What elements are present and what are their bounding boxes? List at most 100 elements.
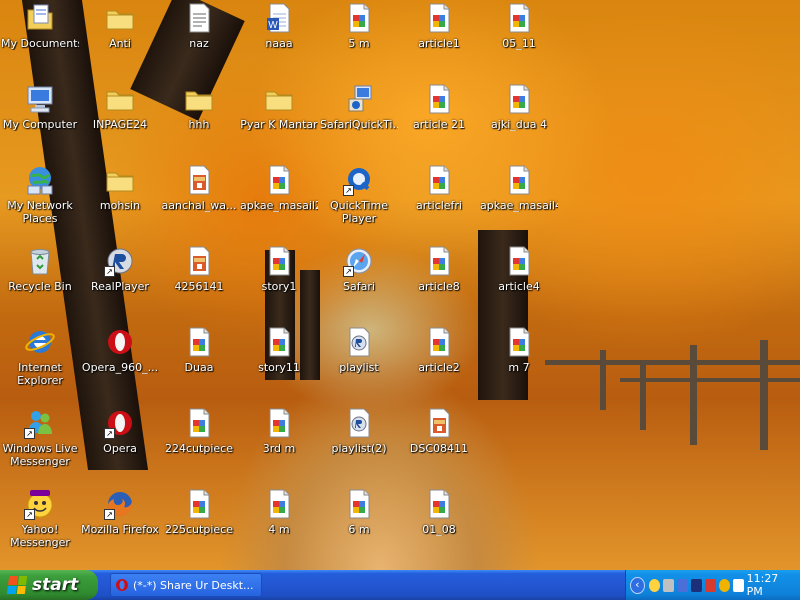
- desktop-icon-4256141[interactable]: 4256141: [159, 245, 239, 293]
- desktop-icon-playlist[interactable]: playlist: [319, 326, 399, 374]
- desktop-icon-windows-live-messenger[interactable]: ↗ Windows Live Messenger: [0, 407, 80, 468]
- chat-icon[interactable]: [732, 578, 744, 592]
- desktop-icon-label: 225cutpiece: [165, 523, 233, 536]
- desktop-icon-label: playlist: [339, 361, 379, 374]
- desktop-icon-article1[interactable]: article1: [399, 2, 479, 50]
- desktop-icon-3rd-m[interactable]: 3rd m: [239, 407, 319, 455]
- system-docs-icon: [24, 2, 56, 34]
- start-button[interactable]: start: [0, 570, 98, 600]
- desktop-icon-article2[interactable]: article2: [399, 326, 479, 374]
- desktop-icon-my-network-places[interactable]: My Network Places: [0, 164, 80, 225]
- image-icon: [343, 2, 375, 34]
- shortcut-arrow-icon: ↗: [343, 185, 354, 196]
- desktop-icon-ajki-dua-4[interactable]: ajki_dua 4: [479, 83, 559, 131]
- yahoo-icon: ↗: [24, 488, 56, 520]
- image-icon: [263, 488, 295, 520]
- antivirus-icon[interactable]: [718, 578, 730, 592]
- image-icon: [503, 2, 535, 34]
- desktop-icon-internet-explorer[interactable]: Internet Explorer: [0, 326, 80, 387]
- taskbar-window-button[interactable]: (*-*) Share Ur Deskt...: [110, 573, 262, 597]
- desktop-icon-5m[interactable]: 5 m: [319, 2, 399, 50]
- taskbar: start (*-*) Share Ur Deskt... ‹ 11:27 PM: [0, 570, 800, 600]
- desktop-icon-inpage24[interactable]: INPAGE24: [80, 83, 160, 131]
- desktop-icon-label: 3rd m: [262, 442, 296, 455]
- desktop-icon-duaa[interactable]: Duaa: [159, 326, 239, 374]
- desktop-icon-label: 01_08: [422, 523, 456, 536]
- realplayer-icon: ↗: [104, 245, 136, 277]
- desktop-icon-mozilla-firefox[interactable]: ↗ Mozilla Firefox: [80, 488, 160, 536]
- image-icon: [503, 83, 535, 115]
- safari-icon: ↗: [343, 245, 375, 277]
- image-icon: [263, 407, 295, 439]
- desktop-icon-article4[interactable]: article4: [479, 245, 559, 293]
- desktop-icon-label: Opera: [103, 442, 137, 455]
- desktop-icon-recycle-bin[interactable]: Recycle Bin: [0, 245, 80, 293]
- desktop-icon-aanchal-wa[interactable]: aanchal_wa...: [159, 164, 239, 212]
- desktop-icon-safari-quicktime[interactable]: SafariQuickTi...: [319, 83, 399, 131]
- desktop-icon-my-computer[interactable]: My Computer: [0, 83, 80, 131]
- desktop-icon-quicktime-player[interactable]: ↗ QuickTime Player: [319, 164, 399, 225]
- folder-icon: [263, 83, 295, 115]
- desktop-icon-01_08[interactable]: 01_08: [399, 488, 479, 536]
- desktop-icon-safari[interactable]: ↗ Safari: [319, 245, 399, 293]
- desktop-icon-apkae-masail24[interactable]: apkae_masail24: [239, 164, 319, 212]
- shortcut-arrow-icon: ↗: [24, 428, 35, 439]
- display-icon[interactable]: [690, 578, 702, 592]
- network-icon[interactable]: [676, 578, 688, 592]
- shield-icon[interactable]: [704, 578, 716, 592]
- volume-icon[interactable]: [662, 578, 674, 592]
- desktop-icon-pyar-k-mantar[interactable]: Pyar K Mantar: [239, 83, 319, 131]
- desktop-icon-naz[interactable]: naz: [159, 2, 239, 50]
- desktop-icon-label: My Network Places: [7, 199, 73, 225]
- shortcut-arrow-icon: ↗: [104, 428, 115, 439]
- desktop-icon-naaa[interactable]: Wnaaa: [239, 2, 319, 50]
- desktop-icon-label: Opera_960_...: [81, 361, 159, 374]
- desktop-icon-m7[interactable]: m 7: [479, 326, 559, 374]
- desktop-icon-label: RealPlayer: [91, 280, 149, 293]
- quicktime-icon: ↗: [343, 164, 375, 196]
- desktop-icon-label: Internet Explorer: [17, 361, 63, 387]
- image-icon: [263, 164, 295, 196]
- desktop-icon-225cutpiece[interactable]: 225cutpiece: [159, 488, 239, 536]
- desktop-icon-story11[interactable]: story11: [239, 326, 319, 374]
- fence-post: [760, 340, 768, 450]
- desktop-icon-label: naaa: [265, 37, 293, 50]
- desktop-icon-dsc08411[interactable]: DSC08411: [399, 407, 479, 455]
- desktop-icon-opera[interactable]: ↗ Opera: [80, 407, 160, 455]
- image-icon: [183, 407, 215, 439]
- shortcut-arrow-icon: ↗: [104, 266, 115, 277]
- desktop-icon-opera-960[interactable]: Opera_960_...: [80, 326, 160, 374]
- show-hidden-icons-button[interactable]: ‹: [630, 576, 645, 594]
- image-icon: [423, 326, 455, 358]
- desktop-icon-label: 4 m: [268, 523, 290, 536]
- desktop-icon-article8[interactable]: article8: [399, 245, 479, 293]
- opera-icon: [116, 579, 128, 591]
- computer-icon: [24, 83, 56, 115]
- fence-rail: [620, 378, 800, 382]
- desktop-icon-6m[interactable]: 6 m: [319, 488, 399, 536]
- desktop-icon-4m[interactable]: 4 m: [239, 488, 319, 536]
- desktop-icon-hhh[interactable]: hhh: [159, 83, 239, 131]
- folder-icon: [104, 164, 136, 196]
- desktop-icon-05_11[interactable]: 05_11: [479, 2, 559, 50]
- desktop-icon-anti[interactable]: Anti: [80, 2, 160, 50]
- desktop-icon-label: Mozilla Firefox: [81, 523, 159, 536]
- tree-trunk: [21, 0, 149, 470]
- desktop-icon-label: Duaa: [184, 361, 214, 374]
- desktop-icon-story1[interactable]: story1: [239, 245, 319, 293]
- desktop-wallpaper[interactable]: My Documents Anti naz Wnaaa 5 m article1 05_11…: [0, 0, 800, 570]
- archive-icon: [183, 245, 215, 277]
- desktop-icon-playlist2[interactable]: playlist(2): [319, 407, 399, 455]
- desktop-icon-224cutpiece[interactable]: 224cutpiece: [159, 407, 239, 455]
- desktop-icon-label: apkae_masail4: [480, 199, 558, 212]
- desktop-icon-apkae-masail4[interactable]: apkae_masail4: [479, 164, 559, 212]
- desktop-icon-my-documents[interactable]: My Documents: [0, 2, 80, 50]
- desktop-icon-yahoo-messenger[interactable]: ↗ Yahoo! Messenger: [0, 488, 80, 549]
- desktop-icon-label: Anti: [109, 37, 131, 50]
- desktop-icon-mohsin[interactable]: mohsin: [80, 164, 160, 212]
- desktop-icon-realplayer[interactable]: ↗ RealPlayer: [80, 245, 160, 293]
- playlist-icon: [343, 407, 375, 439]
- desktop-icon-articlefri[interactable]: articlefri: [399, 164, 479, 212]
- messenger-tray-icon[interactable]: [648, 578, 660, 592]
- desktop-icon-article21[interactable]: article 21: [399, 83, 479, 131]
